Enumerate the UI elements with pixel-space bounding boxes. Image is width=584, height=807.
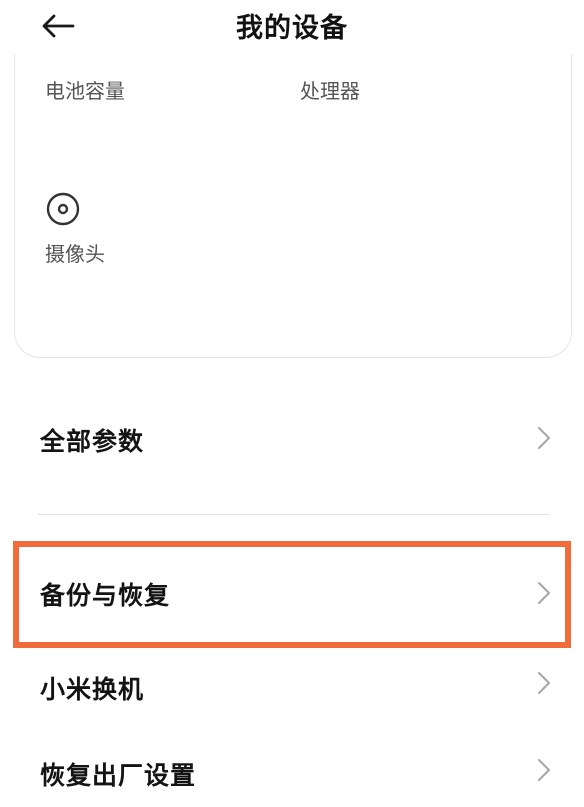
all-parameters-item[interactable]: 全部参数	[0, 400, 584, 480]
my-device-page: 电池容量 处理器 摄像头 我的设备 全部参数 备份与恢复 小米换机 恢复出厂设置	[0, 0, 584, 807]
backup-restore-item[interactable]: 备份与恢复	[0, 548, 584, 638]
page-title: 我的设备	[236, 13, 348, 44]
chevron-right-icon	[538, 582, 550, 604]
factory-reset-item[interactable]: 恢复出厂设置	[0, 738, 584, 804]
chevron-right-icon	[538, 427, 550, 449]
camera-lens-icon	[46, 192, 80, 226]
mi-mover-item[interactable]: 小米换机	[0, 652, 584, 718]
chevron-right-icon	[538, 759, 550, 781]
all-parameters-label: 全部参数	[40, 427, 145, 456]
mi-mover-label: 小米换机	[40, 675, 145, 704]
battery-capacity-label: 电池容量	[45, 79, 125, 103]
factory-reset-label: 恢复出厂设置	[40, 761, 197, 790]
section-divider	[38, 514, 550, 515]
backup-restore-label: 备份与恢复	[40, 581, 171, 610]
header-bar: 我的设备	[0, 0, 584, 54]
camera-label: 摄像头	[45, 242, 105, 266]
processor-label: 处理器	[300, 79, 360, 103]
chevron-right-icon	[538, 672, 550, 694]
